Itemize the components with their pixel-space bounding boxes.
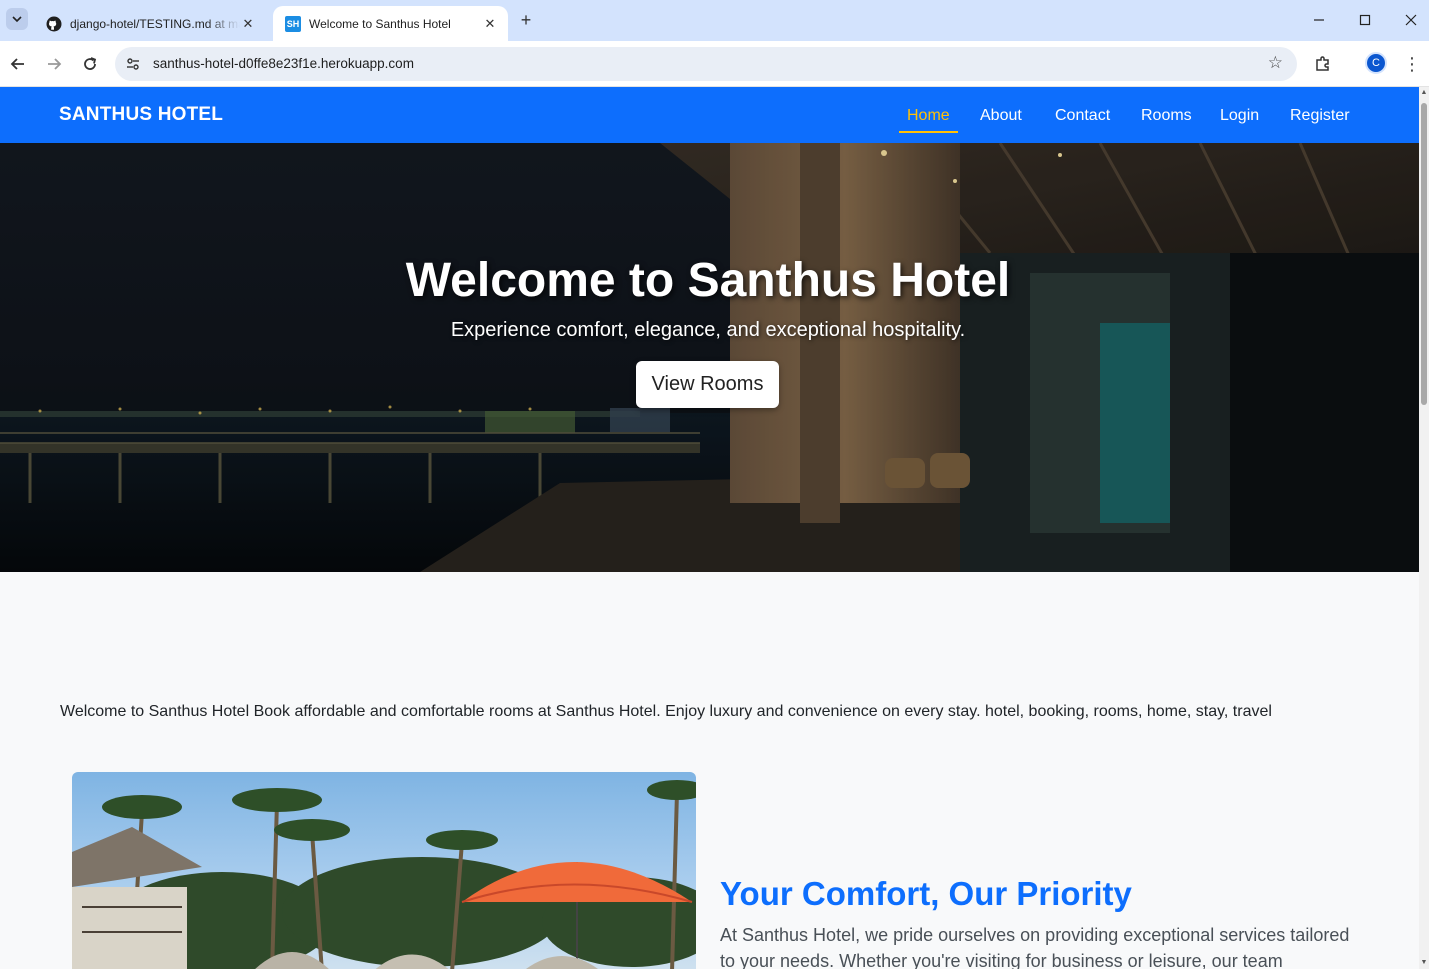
browser-tab-santhus[interactable]: SH Welcome to Santhus Hotel ✕ [273,6,508,41]
chevron-down-icon [12,16,22,23]
site-brand[interactable]: SANTHUS HOTEL [59,104,223,126]
hero-background-image [0,143,1419,572]
intro-text: Welcome to Santhus Hotel Book affordable… [60,703,1272,720]
nav-link-rooms[interactable]: Rooms [1141,107,1192,125]
address-bar[interactable]: santhus-hotel-d0ffe8e23f1e.herokuapp.com… [115,47,1297,81]
nav-link-about[interactable]: About [980,107,1022,125]
hero-title: Welcome to Santhus Hotel [405,254,1011,307]
hero-subtitle: Experience comfort, elegance, and except… [450,319,966,341]
tab-title: Welcome to Santhus Hotel [309,16,451,31]
close-icon[interactable]: ✕ [240,16,256,32]
tab-title: django-hotel/TESTING.md at main [70,16,240,31]
back-arrow-icon[interactable] [6,52,30,76]
feature-heading: Your Comfort, Our Priority [720,875,1132,912]
scroll-up-arrow-icon[interactable]: ▲ [1420,89,1428,97]
profile-avatar[interactable]: C [1365,52,1387,74]
hero-section: Welcome to Santhus Hotel Experience comf… [0,143,1419,572]
view-rooms-button[interactable]: View Rooms [636,361,779,408]
close-icon[interactable]: ✕ [482,16,498,32]
site-settings-icon[interactable] [123,54,143,74]
scroll-down-arrow-icon[interactable]: ▼ [1420,959,1428,967]
browser-toolbar: santhus-hotel-d0ffe8e23f1e.herokuapp.com… [0,41,1429,87]
feature-paragraph: At Santhus Hotel, we pride ourselves on … [720,925,1350,969]
tab-search-button[interactable] [6,8,28,30]
reload-icon[interactable] [78,52,102,76]
site-navbar: SANTHUS HOTEL Home About Contact Rooms L… [0,87,1419,143]
nav-link-home[interactable]: Home [907,107,950,125]
forward-arrow-icon[interactable] [42,52,66,76]
browser-tab-strip: django-hotel/TESTING.md at main ✕ SH Wel… [0,0,1429,41]
page-scrollbar[interactable]: ▲ ▼ [1419,87,1429,969]
nav-link-register[interactable]: Register [1290,107,1350,125]
active-link-underline [899,131,958,133]
extensions-puzzle-icon[interactable] [1311,52,1335,76]
github-icon [46,16,62,32]
resort-image [72,772,696,969]
maximize-icon[interactable] [1353,8,1377,32]
window-close-icon[interactable] [1399,8,1423,32]
page-viewport: SANTHUS HOTEL Home About Contact Rooms L… [0,87,1419,969]
site-favicon-icon: SH [285,15,301,32]
minimize-icon[interactable] [1307,8,1331,32]
scrollbar-thumb[interactable] [1421,103,1427,405]
nav-link-login[interactable]: Login [1220,107,1259,125]
bookmark-star-icon[interactable]: ☆ [1268,53,1283,73]
browser-tab-github[interactable]: django-hotel/TESTING.md at main ✕ [34,6,266,41]
nav-link-contact[interactable]: Contact [1055,107,1110,125]
new-tab-button[interactable]: + [516,10,536,30]
url-text[interactable]: santhus-hotel-d0ffe8e23f1e.herokuapp.com [153,56,414,71]
more-vert-icon[interactable]: ⋮ [1402,52,1422,76]
